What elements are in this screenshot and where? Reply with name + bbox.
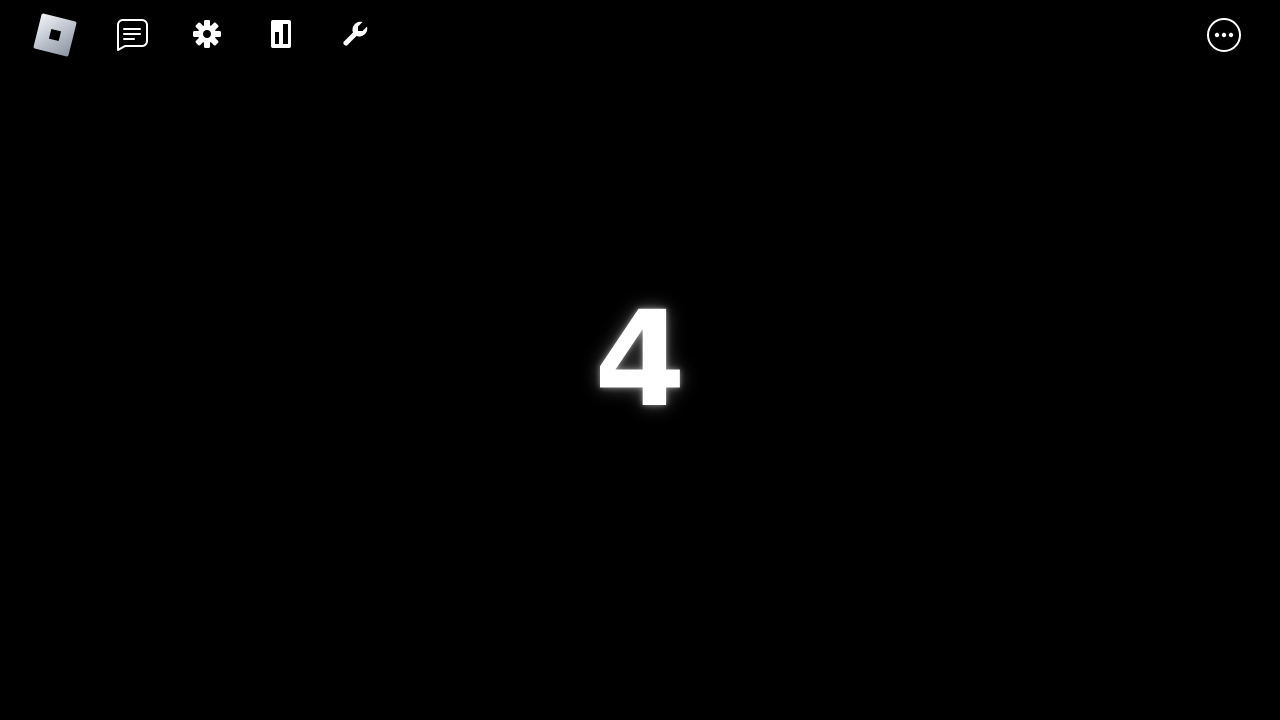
roblox-menu-button[interactable]: [32, 12, 78, 58]
settings-button[interactable]: [188, 15, 226, 53]
backpack-icon: [271, 20, 291, 48]
chat-button[interactable]: [112, 15, 152, 55]
more-options-icon: [1207, 18, 1241, 52]
tools-button[interactable]: [336, 15, 374, 53]
countdown-number: 4: [594, 283, 686, 437]
top-bar: [0, 0, 1280, 70]
more-options-button[interactable]: [1204, 15, 1244, 55]
wrench-icon: [343, 21, 368, 46]
chat-icon: [117, 19, 148, 51]
backpack-button[interactable]: [263, 15, 299, 53]
gear-icon: [193, 20, 221, 48]
game-screen: 4: [0, 0, 1280, 720]
roblox-logo-icon: [33, 13, 77, 57]
